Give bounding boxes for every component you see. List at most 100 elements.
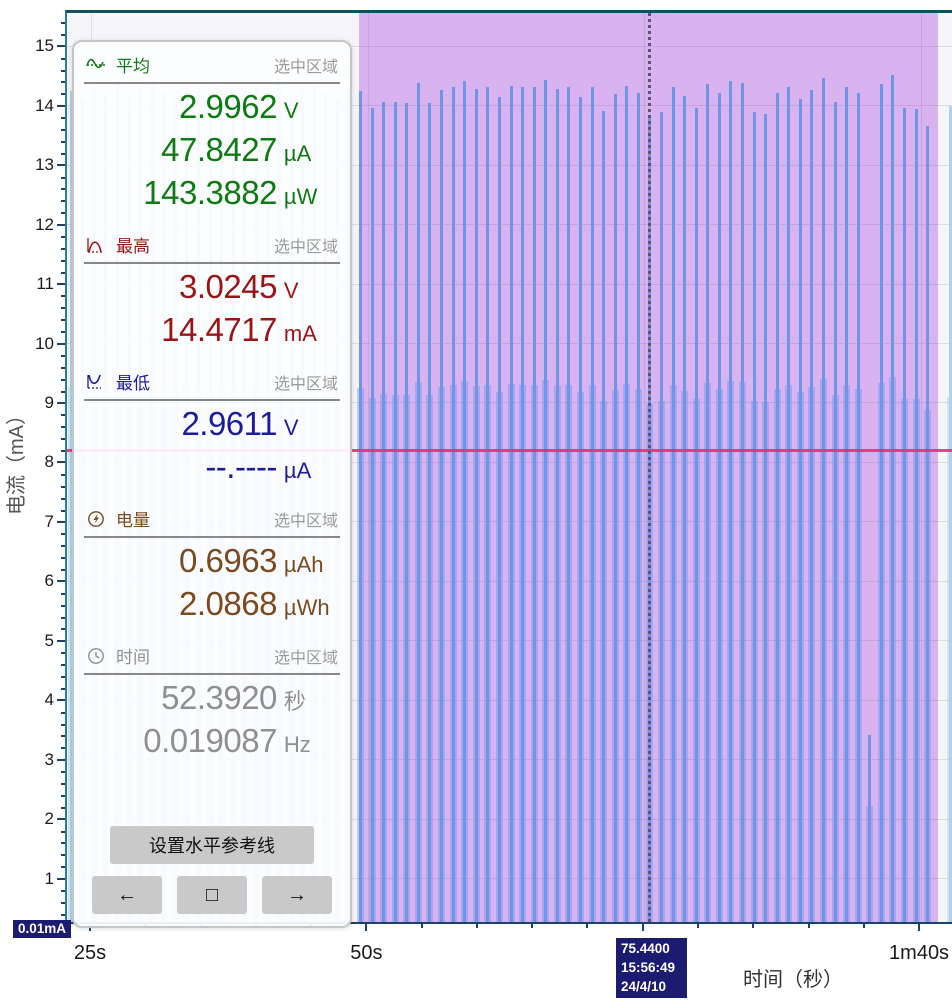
stat-scope-maximum: 选中区域 (273, 238, 338, 256)
y-minor-tick (61, 473, 65, 476)
y-minor-tick (61, 664, 65, 667)
x-minor-tick (752, 924, 755, 928)
min-current-value: --.---- (205, 448, 277, 485)
y-minor-tick (61, 889, 65, 892)
time-frequency-unit: Hz (283, 732, 311, 757)
data-spike (625, 85, 629, 922)
y-minor-tick (61, 319, 65, 322)
max-current-unit: mA (283, 321, 317, 346)
data-spike (370, 107, 374, 922)
data-spike (717, 93, 721, 922)
data-spike (474, 89, 478, 922)
y-major-tick (57, 104, 65, 107)
avg-current-value: 47.8427 (161, 131, 277, 168)
data-spike (926, 125, 930, 922)
data-spike (787, 87, 791, 922)
stat-scope-time: 选中区域 (273, 649, 338, 667)
y-minor-tick (61, 200, 65, 203)
average-wave-icon (86, 56, 108, 74)
max-current-value: 14.4717 (161, 311, 277, 348)
y-minor-tick (61, 806, 65, 809)
y-major-tick (57, 461, 65, 464)
energy-charge-unit: µAh (283, 552, 324, 577)
cursor-vertical-line[interactable] (648, 13, 652, 922)
y-minor-tick (61, 390, 65, 393)
y-minor-tick (61, 247, 65, 250)
time-clock-icon (86, 647, 108, 665)
stat-scope-average: 选中区域 (273, 58, 338, 76)
avg-power-value: 143.3882 (143, 174, 277, 211)
stats-panel: 平均 选中区域 2.9962 V 47.8427 µA 143.3882 µW 最高 … (72, 40, 352, 928)
panel-buttons: 设置水平参考线 ← □ → (82, 826, 342, 914)
x-minor-tick (420, 924, 423, 928)
x-tick-label: 1m40s (889, 942, 950, 964)
data-spike (706, 84, 710, 922)
y-minor-tick (61, 687, 65, 690)
stat-scope-minimum: 选中区域 (273, 375, 338, 393)
y-major-tick (57, 699, 65, 702)
data-spike (590, 86, 594, 922)
y-minor-tick (61, 117, 65, 120)
y-tick-label: 4 (44, 690, 54, 710)
data-spike (833, 102, 837, 922)
max-voltage-unit: V (283, 278, 299, 303)
y-minor-tick (61, 675, 65, 678)
y-minor-tick (61, 307, 65, 310)
y-minor-tick (61, 866, 65, 869)
y-minor-tick (61, 426, 65, 429)
data-spike (393, 102, 397, 922)
stat-label-time: 时间 (116, 648, 150, 667)
y-minor-tick (61, 652, 65, 655)
y-major-tick (57, 520, 65, 523)
energy-work-value: 2.0868 (178, 585, 277, 622)
y-minor-tick (61, 212, 65, 215)
next-button[interactable]: → (262, 876, 332, 914)
time-frequency-value: 0.019087 (143, 722, 277, 759)
y-minor-tick (61, 259, 65, 262)
y-tick-label: 6 (44, 571, 54, 591)
prev-button[interactable]: ← (92, 876, 162, 914)
data-spike (428, 102, 432, 922)
y-minor-tick (61, 913, 65, 916)
y-minor-tick (61, 438, 65, 441)
y-major-tick (57, 580, 65, 583)
y-minor-tick (61, 735, 65, 738)
y-major-tick (57, 639, 65, 642)
avg-voltage-unit: V (283, 98, 299, 123)
data-spike (740, 82, 744, 922)
data-spike (440, 90, 444, 922)
set-horizontal-reference-line-button[interactable]: 设置水平参考线 (110, 826, 314, 864)
stat-label-average: 平均 (116, 57, 150, 76)
cursor-time-badge[interactable]: 75.4400 15:56:49 24/4/10 (616, 938, 687, 998)
y-minor-tick (61, 854, 65, 857)
y-tick-label: 3 (44, 749, 54, 769)
x-major-tick (641, 924, 644, 931)
y-minor-tick (61, 140, 65, 143)
y-major-tick (57, 877, 65, 880)
y-minor-tick (61, 830, 65, 833)
y-tick-label: 15 (35, 36, 54, 56)
data-spike (856, 93, 860, 922)
data-spike (821, 78, 825, 922)
data-spike (486, 86, 490, 922)
y-minor-tick (61, 497, 65, 500)
y-minor-tick (61, 378, 65, 381)
y-minor-tick (61, 901, 65, 904)
y-minor-tick (61, 176, 65, 179)
avg-power-unit: µW (283, 184, 318, 209)
max-voltage-value: 3.0245 (178, 268, 277, 305)
y-minor-tick (61, 747, 65, 750)
y-minor-tick (61, 295, 65, 298)
marker-box-button[interactable]: □ (177, 876, 247, 914)
data-spike (521, 86, 525, 922)
x-tick-label: 50s (350, 942, 383, 964)
x-tick-label: 25s (73, 942, 107, 964)
data-spike (416, 82, 420, 922)
y-minor-tick (61, 533, 65, 536)
data-spike (451, 87, 455, 922)
stat-scope-energy: 选中区域 (273, 512, 338, 530)
y-minor-tick (61, 485, 65, 488)
y-major-tick (57, 818, 65, 821)
y-minor-tick (61, 592, 65, 595)
energy-charge-value: 0.6963 (178, 542, 277, 579)
